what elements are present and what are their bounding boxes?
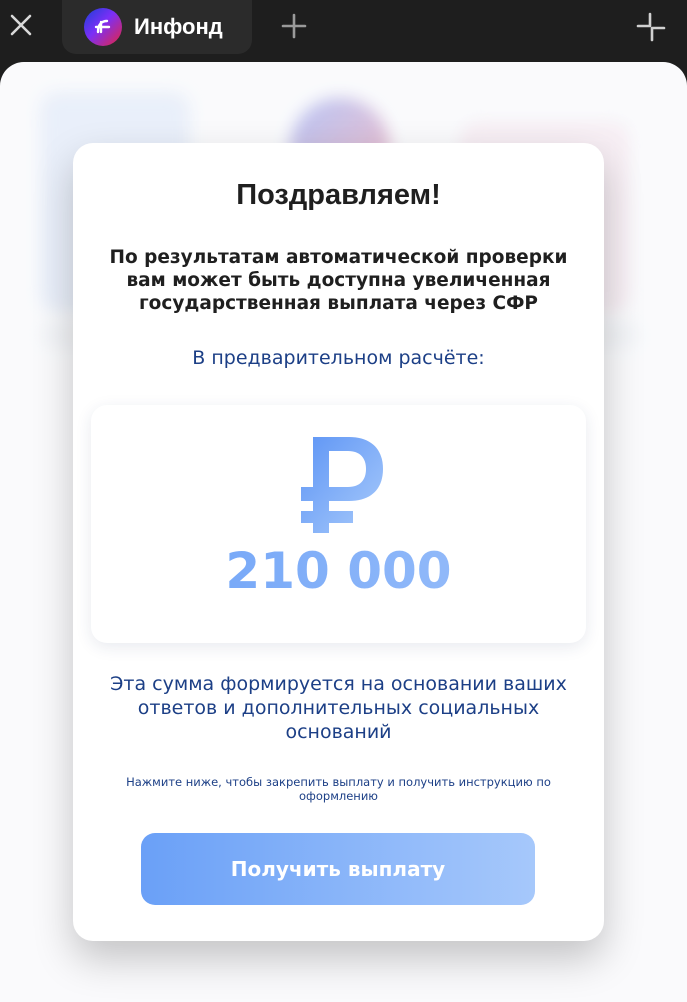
amount-value: 210 000	[91, 542, 586, 600]
close-button[interactable]	[4, 8, 38, 42]
active-tab[interactable]: Инфонд	[62, 0, 252, 54]
amount-card: 210 000	[91, 405, 586, 643]
new-tab-button[interactable]	[278, 10, 310, 42]
browser-tab-bar: Инфонд	[0, 0, 687, 62]
congrats-modal: Поздравляем! По результатам автоматическ…	[73, 143, 604, 941]
hint-text: Нажмите ниже, чтобы закрепить выплату и …	[126, 775, 551, 803]
get-payment-button[interactable]: Получить выплату	[141, 833, 535, 905]
page-viewport: Поздравляем! По результатам автоматическ…	[0, 62, 687, 1002]
plus-icon	[281, 13, 307, 39]
sfr-logo-icon	[84, 8, 122, 46]
modal-title: Поздравляем!	[236, 179, 441, 211]
modal-description: По результатам автоматической проверки в…	[109, 247, 568, 314]
close-icon	[10, 14, 32, 36]
basis-text: Эта сумма формируется на основании ваших…	[110, 673, 567, 743]
collapse-icon	[636, 12, 666, 42]
ruble-icon	[301, 437, 383, 533]
tab-title: Инфонд	[134, 14, 223, 39]
calculation-label: В предварительном расчёте:	[192, 347, 485, 369]
collapse-button[interactable]	[632, 8, 670, 46]
